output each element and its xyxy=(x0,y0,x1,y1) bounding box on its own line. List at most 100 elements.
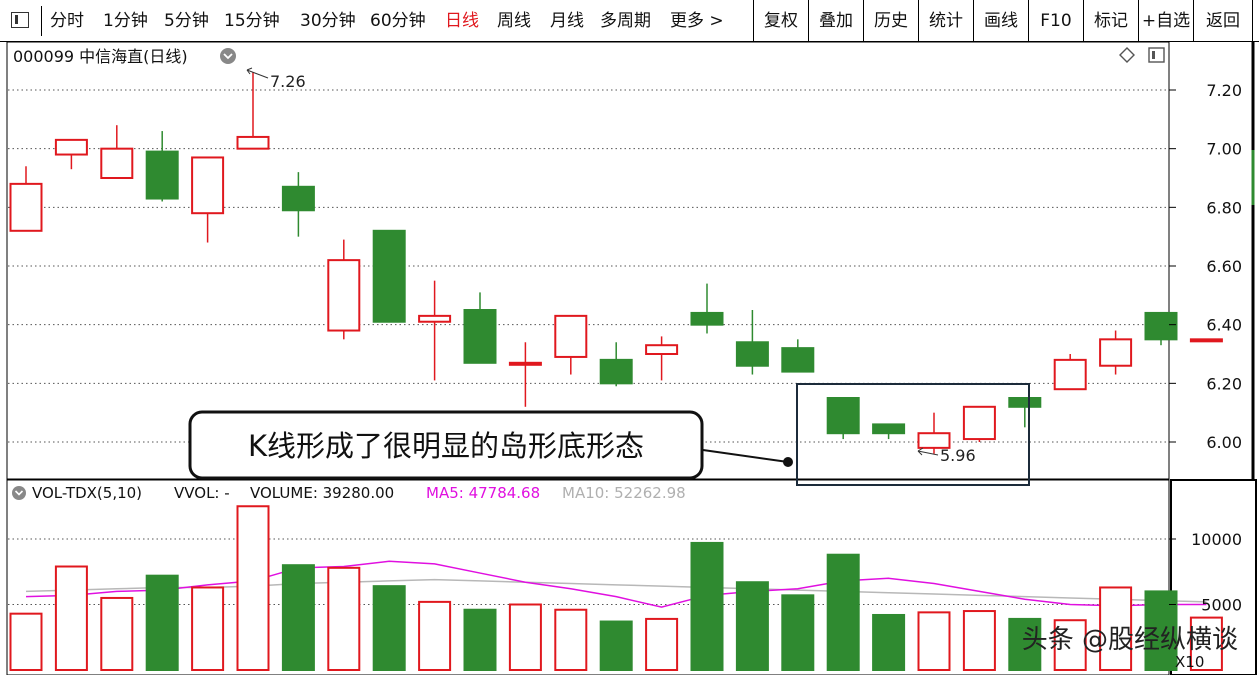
candle-body xyxy=(236,135,270,150)
candle xyxy=(962,405,996,442)
volume-bar xyxy=(508,603,542,671)
volume-bar xyxy=(735,581,769,671)
overlay-button[interactable]: 叠加 xyxy=(809,0,863,42)
candle-body xyxy=(1189,338,1223,343)
tab-1min[interactable]: 1分钟 xyxy=(103,0,148,42)
volume-bar xyxy=(962,610,996,671)
candle-body xyxy=(599,358,633,385)
candle xyxy=(690,283,724,334)
candle-body xyxy=(418,314,452,323)
candle xyxy=(236,72,270,150)
price-tick-label: 6.60 xyxy=(1206,257,1242,276)
panel-toggle-icon[interactable] xyxy=(1148,47,1165,63)
volume-bar xyxy=(372,585,406,671)
volume-bar xyxy=(191,586,225,671)
candle-body xyxy=(145,150,179,200)
volume-tick-label: 10000 xyxy=(1191,530,1242,549)
volume-bar xyxy=(236,505,270,671)
panel-switch-icon[interactable] xyxy=(11,12,29,28)
candle xyxy=(735,310,769,375)
candle-body xyxy=(1053,358,1087,391)
stock-title: 000099 中信海直(日线) xyxy=(13,47,188,66)
watermark: 头条 @股经纵横谈 xyxy=(1022,625,1238,655)
high-label: 7.26 xyxy=(270,72,306,91)
candle xyxy=(191,156,225,243)
volume-bar xyxy=(826,553,860,671)
watchlist-button[interactable]: +自选 xyxy=(1139,0,1193,42)
tab-60min[interactable]: 60分钟 xyxy=(370,0,426,42)
candle xyxy=(463,292,497,364)
tab-daily[interactable]: 日线 xyxy=(445,0,479,42)
candle xyxy=(508,342,542,407)
candle-body xyxy=(327,259,361,332)
volume-bar xyxy=(781,594,815,672)
volume-bar xyxy=(463,608,497,671)
candle-body xyxy=(826,397,860,435)
price-tick-label: 6.40 xyxy=(1206,316,1242,335)
candle-body xyxy=(1144,311,1178,341)
volume-settings-icon[interactable] xyxy=(12,486,26,500)
candle xyxy=(1099,330,1133,375)
tab-30min[interactable]: 30分钟 xyxy=(300,0,356,42)
grid xyxy=(8,89,1168,605)
candle-body xyxy=(735,341,769,367)
volume-bar xyxy=(917,611,951,671)
dropdown-icon[interactable] xyxy=(220,48,236,64)
svg-text:VOL-TDX(5,10) VVOL: -: VOL-TDX(5,10) VVOL: - VOLUME: 39280.00 M… xyxy=(32,484,686,502)
candle-body xyxy=(100,147,134,180)
annotation-pointer xyxy=(702,449,789,463)
price-tick-label: 6.00 xyxy=(1206,433,1242,452)
tab-5min[interactable]: 5分钟 xyxy=(164,0,209,42)
volume-header: VOL-TDX(5,10) VVOL: - VOLUME: 39280.00 M… xyxy=(12,484,686,502)
stats-button[interactable]: 统计 xyxy=(919,0,973,42)
candle-body xyxy=(281,185,315,212)
price-tick-label: 6.20 xyxy=(1206,374,1242,393)
volume-bar xyxy=(599,620,633,672)
fuquan-button[interactable]: 复权 xyxy=(754,0,808,42)
volume-bar xyxy=(281,564,315,672)
price-tick-label: 7.00 xyxy=(1206,140,1242,159)
candle-body xyxy=(690,311,724,326)
candle xyxy=(599,342,633,387)
diamond-icon[interactable] xyxy=(1119,47,1135,63)
tab-more[interactable]: 更多 > xyxy=(670,0,724,42)
volume-bar xyxy=(554,608,588,671)
chart-canvas: 6.00 6.20 6.40 6.60 6.80 7.00 7.20 5000 10000 00… xyxy=(6,41,1257,675)
tab-15min[interactable]: 15分钟 xyxy=(224,0,280,42)
volume-bar xyxy=(9,612,43,671)
candle xyxy=(327,239,361,340)
candle-body xyxy=(962,405,996,441)
volume-bar xyxy=(690,541,724,671)
candle xyxy=(418,280,452,381)
tab-weekly[interactable]: 周线 xyxy=(497,0,531,42)
tab-multi[interactable]: 多周期 xyxy=(600,0,651,42)
low-label: 5.96 xyxy=(940,446,976,465)
volume-bar xyxy=(418,600,452,672)
candle xyxy=(54,138,88,170)
axis-labels: 6.00 6.20 6.40 6.60 6.80 7.00 7.20 5000 10000 xyxy=(1169,81,1242,615)
volume-bar xyxy=(54,565,88,672)
back-button[interactable]: 返回 xyxy=(1194,0,1252,42)
candle xyxy=(554,314,588,375)
candle-body xyxy=(781,347,815,373)
candle xyxy=(1189,338,1223,343)
history-button[interactable]: 历史 xyxy=(864,0,918,42)
ma10-label: MA10: 52262.98 xyxy=(562,484,686,502)
volume-bar xyxy=(145,574,179,671)
volume-unit-label: X10 xyxy=(1175,653,1204,671)
f10-button[interactable]: F10 xyxy=(1029,0,1083,42)
mark-button[interactable]: 标记 xyxy=(1084,0,1138,42)
volume-bar xyxy=(100,596,134,672)
candle-body xyxy=(54,138,88,156)
volume-bar xyxy=(645,617,679,671)
toolbar: 分时 1分钟 5分钟 15分钟 30分钟 60分钟 日线 周线 月线 多周期 更多 > 复权 叠加 历史… xyxy=(0,0,1259,42)
candle xyxy=(145,131,179,202)
high-marker: 7.26 xyxy=(246,67,306,91)
tab-fenshi[interactable]: 分时 xyxy=(50,0,84,42)
volume-bar xyxy=(327,566,361,672)
draw-button[interactable]: 画线 xyxy=(974,0,1028,42)
candle xyxy=(645,336,679,381)
candle xyxy=(1053,354,1087,391)
vvol-label: VVOL: - xyxy=(174,484,230,502)
tab-monthly[interactable]: 月线 xyxy=(550,0,584,42)
